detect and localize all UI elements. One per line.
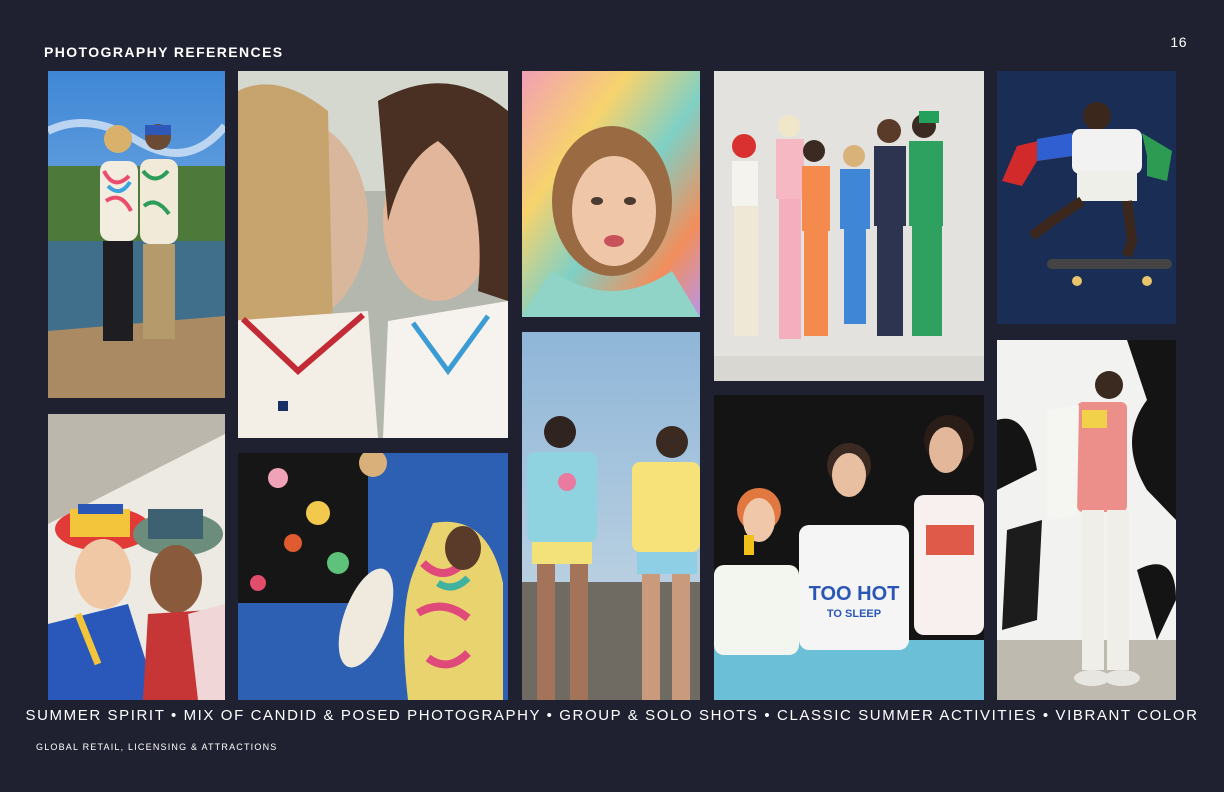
photo-beach-walk <box>522 332 700 700</box>
photo-pool-trio: TOO HOT TO SLEEP <box>714 395 984 700</box>
page-caption: SUMMER SPIRIT • MIX OF CANDID & POSED PH… <box>25 707 1199 724</box>
photo-smiling-friends <box>238 71 508 438</box>
photo-group-sweatsuits <box>714 71 984 381</box>
photo-jumping-graphic-outfits <box>238 453 508 700</box>
page-footer: GLOBAL RETAIL, LICENSING & ATTRACTIONS <box>36 742 278 752</box>
tee-slogan-sub: TO SLEEP <box>827 608 881 620</box>
photo-skateboarder <box>997 71 1176 324</box>
page-number: 16 <box>1170 34 1187 50</box>
photo-graffiti-wall <box>997 340 1176 700</box>
tee-slogan: TOO HOT <box>809 583 900 605</box>
photo-bucket-hats <box>48 414 225 700</box>
page-title: PHOTOGRAPHY REFERENCES <box>44 44 284 60</box>
photo-rainbow-scarf-portrait <box>522 71 700 317</box>
photo-couple-by-lake <box>48 71 225 398</box>
